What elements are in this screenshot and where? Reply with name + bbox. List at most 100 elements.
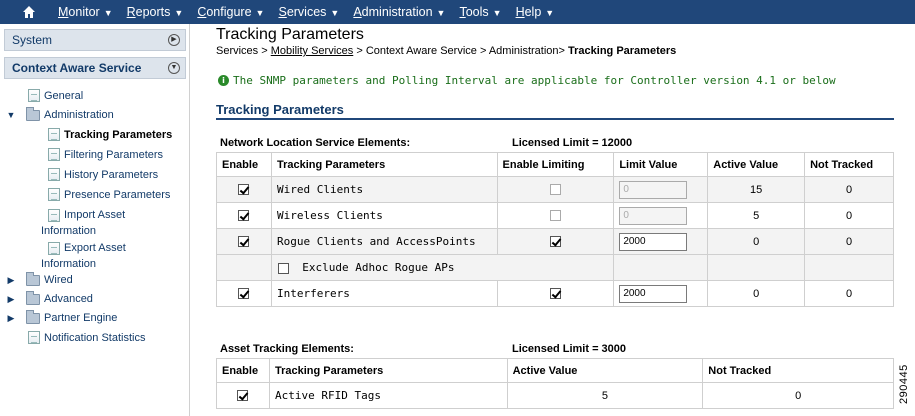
- sidebar-item-label-cont: Information: [41, 225, 97, 237]
- collapsed-arrow-icon[interactable]: ▶: [6, 313, 16, 324]
- top-menu-bar: Monitor ▼ Reports ▼ Configure ▼ Services ▼ A…: [0, 0, 915, 24]
- menu-administration[interactable]: Administration ▼: [353, 0, 445, 24]
- folder-icon: [26, 290, 40, 305]
- sidebar-item-import-asset[interactable]: Import Asset Information: [41, 207, 125, 239]
- chevron-down-icon: ▼: [174, 8, 184, 18]
- row-label: Wireless Clients: [270, 202, 498, 229]
- breadcrumb-mobility-link[interactable]: Mobility Services: [271, 45, 354, 57]
- menu-monitor[interactable]: Monitor ▼: [58, 0, 113, 24]
- active-value: 5: [506, 382, 704, 409]
- folder-icon: [26, 271, 40, 286]
- sidebar-item-label: Partner Engine: [44, 312, 118, 324]
- expand-right-icon[interactable]: ▶: [168, 34, 180, 46]
- exclude-adhoc-checkbox[interactable]: [277, 262, 289, 274]
- active-value: 0: [707, 228, 806, 255]
- asset-table: Enable Tracking Parameters Active Value …: [216, 358, 894, 409]
- row-label: Exclude Adhoc Rogue APs: [302, 261, 455, 274]
- column-header: Enable Limiting: [496, 152, 615, 177]
- notice-text: The SNMP parameters and Polling Interval…: [233, 74, 836, 87]
- sidebar-item-partner-engine[interactable]: ▶ Partner Engine: [6, 309, 118, 324]
- row-label: Active RFID Tags: [268, 382, 508, 409]
- sidebar-item-label: General: [44, 89, 84, 102]
- nls-table: Enable Tracking Parameters Enable Limiti…: [216, 152, 894, 307]
- sidebar-system-header[interactable]: System ▶: [4, 29, 186, 51]
- breadcrumb-current: Tracking Parameters: [568, 45, 677, 57]
- document-icon: [48, 241, 60, 255]
- sidebar-item-label: Tracking Parameters: [64, 128, 173, 141]
- sidebar-item-history[interactable]: History Parameters: [48, 168, 158, 181]
- enable-checkbox[interactable]: [237, 390, 249, 402]
- table-row: Exclude Adhoc Rogue APs: [216, 254, 894, 281]
- enable-checkbox[interactable]: [238, 288, 250, 300]
- menu-configure[interactable]: Configure ▼: [197, 0, 264, 24]
- enable-limiting-checkbox[interactable]: [549, 288, 561, 300]
- sidebar-item-advanced[interactable]: ▶ Advanced: [6, 290, 93, 305]
- enable-limiting-checkbox[interactable]: [549, 236, 561, 248]
- sidebar-item-notification-statistics[interactable]: Notification Statistics: [28, 331, 145, 344]
- not-tracked-value: 0: [804, 202, 894, 229]
- sidebar-item-label: Presence Parameters: [64, 188, 171, 201]
- sidebar-item-export-asset[interactable]: Export Asset Information: [41, 240, 126, 272]
- chevron-down-icon: ▼: [545, 8, 555, 18]
- collapsed-arrow-icon[interactable]: ▶: [6, 275, 16, 286]
- menu-tools[interactable]: Tools ▼: [459, 0, 501, 24]
- limit-value-input[interactable]: 2000: [619, 284, 688, 303]
- column-header: Enable: [216, 358, 270, 383]
- folder-icon: [26, 106, 40, 121]
- chevron-down-icon: ▼: [330, 8, 340, 18]
- breadcrumb-admin[interactable]: Administration: [489, 45, 559, 57]
- menu-services[interactable]: Services ▼: [278, 0, 339, 24]
- enable-checkbox[interactable]: [238, 184, 250, 196]
- breadcrumb-services[interactable]: Services: [216, 45, 258, 57]
- column-header: Tracking Parameters: [268, 358, 508, 383]
- column-header: Active Value: [707, 152, 806, 177]
- menu-reports[interactable]: Reports ▼: [127, 0, 184, 24]
- sidebar-item-wired[interactable]: ▶ Wired: [6, 271, 73, 286]
- not-tracked-value: 0: [804, 176, 894, 203]
- table-row: Wired Clients 0 15 0: [216, 176, 894, 203]
- sidebar-item-label: History Parameters: [64, 168, 159, 181]
- expanded-arrow-icon[interactable]: ▼: [6, 110, 16, 120]
- home-icon[interactable]: [0, 0, 58, 24]
- folder-icon: [26, 309, 40, 324]
- sidebar-context-label: Context Aware Service: [12, 61, 142, 75]
- document-icon: [28, 331, 40, 344]
- row-label: Wired Clients: [270, 176, 498, 203]
- collapsed-arrow-icon[interactable]: ▶: [6, 294, 16, 305]
- table-row: Active RFID Tags 5 0: [216, 382, 894, 409]
- not-tracked-value: 0: [804, 280, 894, 307]
- enable-limiting-checkbox[interactable]: [549, 210, 561, 222]
- sidebar-item-administration[interactable]: ▼ Administration: [6, 106, 114, 121]
- column-header: Tracking Parameters: [270, 152, 498, 177]
- enable-checkbox[interactable]: [238, 236, 250, 248]
- menu-help[interactable]: Help ▼: [516, 0, 555, 24]
- nls-group-label: Network Location Service Elements:: [220, 137, 411, 149]
- not-tracked-value: 0: [702, 382, 894, 409]
- sidebar-item-filtering[interactable]: Filtering Parameters: [48, 148, 163, 161]
- table-row: Interferers 2000 0 0: [216, 280, 894, 307]
- collapse-down-icon[interactable]: ▼: [168, 62, 180, 74]
- sidebar-context-header[interactable]: Context Aware Service ▼: [4, 57, 186, 79]
- nls-licensed-limit: Licensed Limit = 12000: [512, 137, 633, 149]
- enable-checkbox[interactable]: [238, 210, 250, 222]
- sidebar-item-label-cont: Information: [41, 258, 97, 270]
- sidebar-item-general[interactable]: General: [28, 89, 83, 102]
- row-label: Interferers: [270, 280, 498, 307]
- sidebar-item-tracking[interactable]: Tracking Parameters: [48, 128, 172, 141]
- sidebar-item-label: Notification Statistics: [44, 331, 146, 344]
- breadcrumb-cas[interactable]: Context Aware Service: [366, 45, 477, 57]
- table-header-row: Enable Tracking Parameters Enable Limiti…: [216, 152, 894, 177]
- figure-number: 290445: [898, 364, 910, 404]
- sidebar-item-label: Administration: [44, 109, 114, 121]
- sidebar-item-label: Filtering Parameters: [64, 148, 164, 161]
- limit-value-input[interactable]: 0: [619, 180, 688, 199]
- limit-value-input[interactable]: 2000: [619, 232, 688, 251]
- asset-group-label: Asset Tracking Elements:: [220, 343, 354, 355]
- enable-limiting-checkbox[interactable]: [549, 184, 561, 196]
- active-value: 0: [707, 280, 806, 307]
- column-header: Not Tracked: [702, 358, 894, 383]
- document-icon: [48, 208, 60, 222]
- column-header: Enable: [216, 152, 272, 177]
- limit-value-input[interactable]: 0: [619, 206, 688, 225]
- sidebar-item-presence[interactable]: Presence Parameters: [48, 188, 170, 201]
